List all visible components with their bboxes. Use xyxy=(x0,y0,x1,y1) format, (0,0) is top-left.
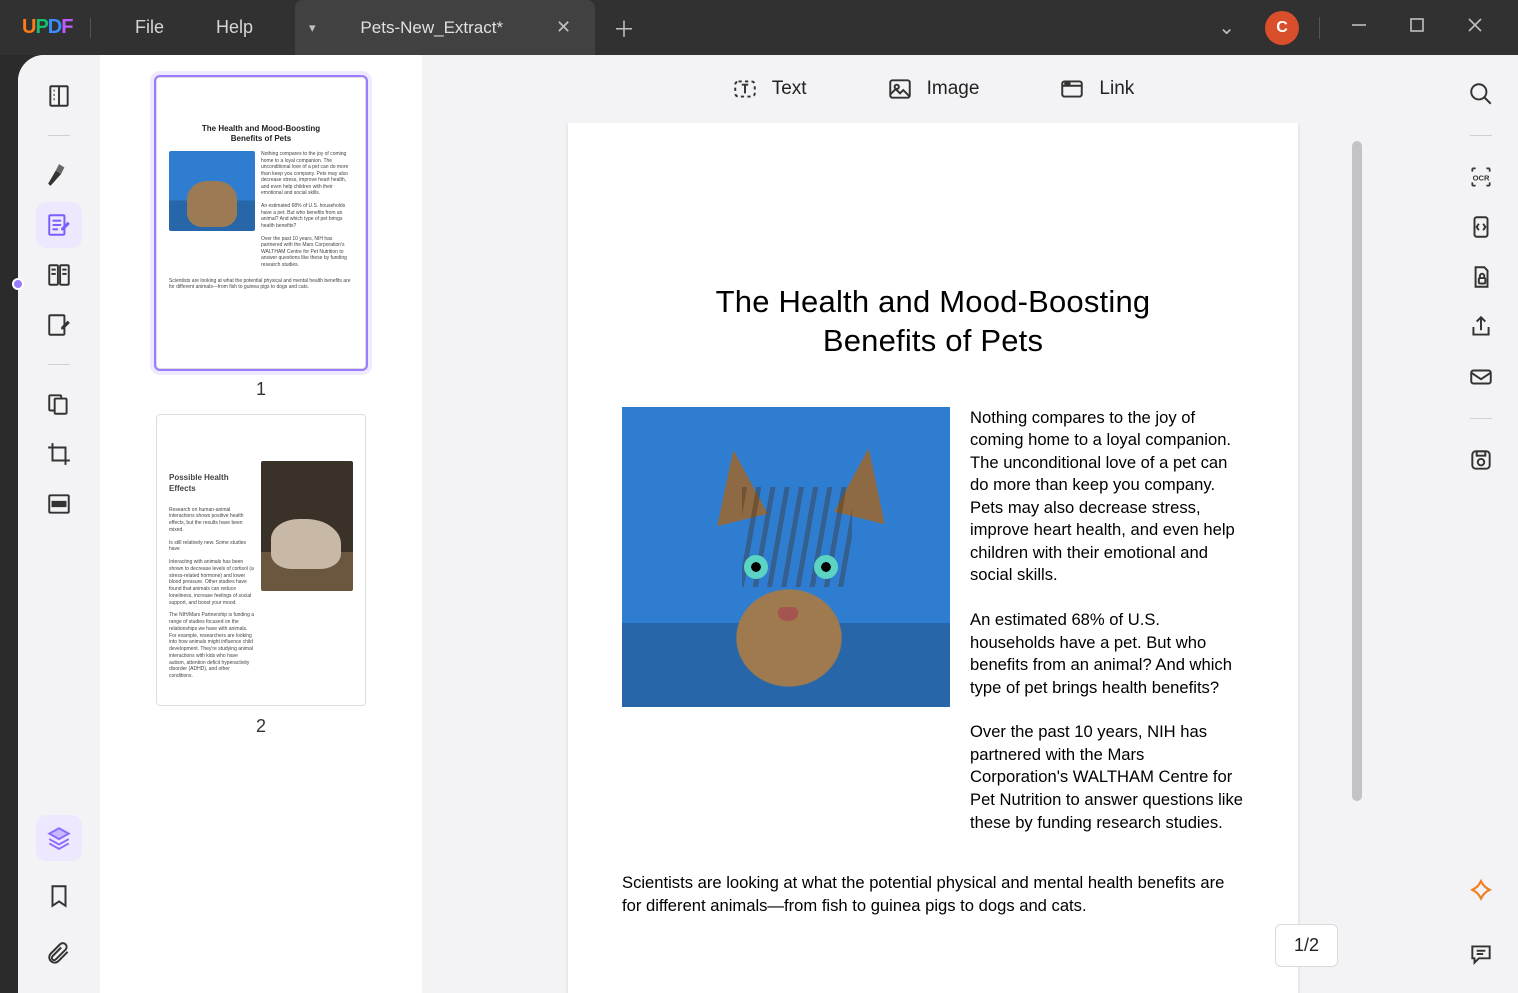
thumbnail-1-wrap: The Health and Mood-BoostingBenefits of … xyxy=(130,77,392,400)
document-row: Nothing compares to the joy of coming ho… xyxy=(622,407,1244,835)
titlebar-right: ⌄ C xyxy=(1208,11,1518,45)
app-logo: UPDF xyxy=(22,16,72,40)
workspace: The Health and Mood-BoostingBenefits of … xyxy=(18,55,1518,993)
menu-help[interactable]: Help xyxy=(190,17,279,38)
rail-separator-2 xyxy=(48,364,70,365)
crop-tool[interactable] xyxy=(36,431,82,477)
document-image[interactable] xyxy=(622,407,950,707)
title-separator xyxy=(1319,17,1320,39)
page-area[interactable]: The Health and Mood-BoostingBenefits of … xyxy=(422,123,1444,993)
left-tool-rail xyxy=(18,55,100,993)
edit-text-label: Text xyxy=(772,78,807,100)
right-rail-bottom xyxy=(1458,869,1504,977)
right-tool-rail: OCR xyxy=(1444,55,1518,993)
cat-eye-icon xyxy=(814,555,838,579)
document-title: The Health and Mood-BoostingBenefits of … xyxy=(622,283,1244,361)
logo-p: P xyxy=(35,16,47,38)
thumbnail-page-2[interactable]: Possible Health Effects Research on huma… xyxy=(156,414,366,706)
edit-tool[interactable] xyxy=(36,202,82,248)
email-button[interactable] xyxy=(1458,354,1504,400)
thumbnail-page-1[interactable]: The Health and Mood-BoostingBenefits of … xyxy=(156,77,366,369)
thumb-title: The Health and Mood-BoostingBenefits of … xyxy=(169,124,353,143)
paragraph-1[interactable]: Nothing compares to the joy of coming ho… xyxy=(970,407,1244,588)
form-tool[interactable] xyxy=(36,252,82,298)
layers-tool[interactable] xyxy=(36,815,82,861)
tab-close-button[interactable]: ✕ xyxy=(548,13,579,42)
viewer: Text Image Link The Health and Mood-Boos… xyxy=(422,55,1444,993)
edit-toolbar: Text Image Link xyxy=(422,55,1444,123)
tab-label: Pets-New_Extract* xyxy=(330,18,534,38)
document-text-column: Nothing compares to the joy of coming ho… xyxy=(970,407,1244,835)
avatar-initial: C xyxy=(1276,19,1288,37)
edit-link-label: Link xyxy=(1099,78,1134,100)
logo-d: D xyxy=(48,16,61,38)
thumbnail-2-number: 2 xyxy=(256,716,266,737)
page-counter[interactable]: 1/2 xyxy=(1275,924,1338,967)
document-tab[interactable]: ▾ Pets-New_Extract* ✕ xyxy=(295,0,595,55)
cat-eye-icon xyxy=(744,555,768,579)
document-page[interactable]: The Health and Mood-BoostingBenefits of … xyxy=(568,123,1298,993)
edit-image-button[interactable]: Image xyxy=(887,76,980,102)
rail-separator xyxy=(1470,135,1492,136)
highlighter-tool[interactable] xyxy=(36,152,82,198)
rail-separator-2 xyxy=(1470,418,1492,419)
thumb-image-icon xyxy=(169,151,255,231)
cat-nose-icon xyxy=(778,607,798,621)
thumbnail-panel: The Health and Mood-BoostingBenefits of … xyxy=(100,55,422,993)
rail-separator xyxy=(48,135,70,136)
thumb-footer: Scientists are looking at what the poten… xyxy=(169,278,353,290)
logo-f: F xyxy=(61,16,72,38)
convert-button[interactable] xyxy=(1458,204,1504,250)
rail-bottom xyxy=(36,815,82,977)
paragraph-3[interactable]: Over the past 10 years, NIH has partnere… xyxy=(970,721,1244,834)
logo-u: U xyxy=(22,16,35,38)
search-button[interactable] xyxy=(1458,71,1504,117)
tab-caret-icon[interactable]: ▾ xyxy=(309,20,316,36)
sign-tool[interactable] xyxy=(36,302,82,348)
new-tab-button[interactable]: ＋ xyxy=(595,12,653,44)
scrollbar-handle[interactable] xyxy=(1352,141,1362,801)
ai-button[interactable] xyxy=(1458,869,1504,915)
redact-tool[interactable] xyxy=(36,481,82,527)
titlebar: UPDF File Help ▾ Pets-New_Extract* ✕ ＋ ⌄… xyxy=(0,0,1518,55)
edit-link-button[interactable]: Link xyxy=(1059,76,1134,102)
thumbnail-2-wrap: Possible Health Effects Research on huma… xyxy=(130,414,392,737)
thumb2-heading: Possible Health Effects xyxy=(169,473,255,495)
minimize-button[interactable] xyxy=(1340,12,1378,43)
protect-button[interactable] xyxy=(1458,254,1504,300)
bookmark-tool[interactable] xyxy=(36,873,82,919)
paragraph-2[interactable]: An estimated 68% of U.S. households have… xyxy=(970,609,1244,699)
organize-tool[interactable] xyxy=(36,381,82,427)
edit-text-button[interactable]: Text xyxy=(732,76,807,102)
avatar[interactable]: C xyxy=(1265,11,1299,45)
scrollbar[interactable] xyxy=(1352,141,1362,921)
chevron-down-icon[interactable]: ⌄ xyxy=(1208,11,1245,44)
thumb2-image-icon xyxy=(261,461,353,591)
menu-file[interactable]: File xyxy=(109,17,190,38)
ocr-button[interactable]: OCR xyxy=(1458,154,1504,200)
attach-tool[interactable] xyxy=(36,931,82,977)
maximize-button[interactable] xyxy=(1398,12,1436,43)
menu-separator xyxy=(90,18,91,38)
share-button[interactable] xyxy=(1458,304,1504,350)
edit-image-label: Image xyxy=(927,78,980,100)
thumbnail-1-number: 1 xyxy=(256,379,266,400)
comments-button[interactable] xyxy=(1458,931,1504,977)
reader-tool[interactable] xyxy=(36,73,82,119)
svg-text:OCR: OCR xyxy=(1473,173,1490,182)
close-button[interactable] xyxy=(1456,12,1494,43)
save-button[interactable] xyxy=(1458,437,1504,483)
thumb-text: Nothing compares to the joy of coming ho… xyxy=(261,151,353,268)
rail-indicator-dot xyxy=(12,278,24,290)
document-footer-paragraph[interactable]: Scientists are looking at what the poten… xyxy=(622,872,1244,917)
